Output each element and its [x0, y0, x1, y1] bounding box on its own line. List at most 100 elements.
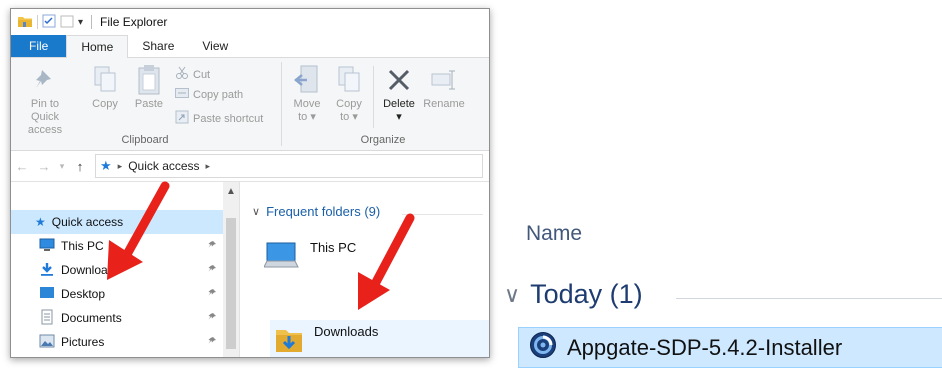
rename-label: Rename — [423, 98, 465, 110]
back-arrow-icon[interactable]: ← — [11, 159, 33, 174]
tab-share[interactable]: Share — [128, 35, 188, 57]
pin-label-line1: Pin to Quick — [30, 98, 60, 123]
copy-to-button[interactable]: Copy to ▾ — [329, 64, 369, 124]
nav-item-desktop[interactable]: Desktop — [11, 282, 223, 306]
delete-label: Delete — [383, 98, 415, 110]
tab-view[interactable]: View — [188, 35, 242, 57]
pin-icon[interactable] — [207, 335, 217, 349]
paste-shortcut-icon — [175, 110, 189, 127]
address-bar[interactable]: ★ ▸ Quick access ▸ — [95, 154, 483, 178]
move-to-label: Move — [293, 98, 321, 110]
main-pane: ∨ Frequent folders (9) This PC Downloads — [240, 182, 489, 357]
pin-icon[interactable] — [207, 311, 217, 325]
move-to-button[interactable]: Move to ▾ — [285, 64, 329, 124]
nav-item-downloads[interactable]: Downloads — [11, 258, 223, 282]
copy-to-icon — [329, 64, 369, 96]
nav-scrollbar[interactable]: ▲ — [223, 182, 240, 357]
section-divider — [402, 214, 483, 215]
document-icon — [39, 309, 55, 328]
explorer-content: ★ Quick access This PC Downloads Desktop… — [11, 182, 489, 357]
nav-item-quick-access[interactable]: ★ Quick access — [11, 210, 223, 234]
file-row-appgate-installer[interactable]: Appgate-SDP-5.4.2-Installer — [518, 327, 942, 368]
paste-shortcut-button[interactable]: Paste shortcut — [175, 110, 263, 127]
nav-item-pictures[interactable]: Pictures — [11, 330, 223, 354]
rename-icon — [421, 64, 467, 96]
copy-path-label: Copy path — [193, 88, 244, 101]
paste-button[interactable]: Paste — [127, 64, 171, 111]
recent-locations-chevron-icon[interactable]: ▾ — [55, 161, 69, 172]
new-folder-icon[interactable] — [60, 14, 74, 31]
breadcrumb-chevron-icon[interactable]: ▸ — [206, 161, 211, 172]
scrollbar-thumb[interactable] — [226, 218, 236, 349]
downloads-folder-icon — [274, 324, 304, 357]
desktop-icon — [39, 286, 55, 303]
ribbon-tabs: File Home Share View — [11, 35, 489, 58]
column-header-name[interactable]: Name — [526, 222, 582, 246]
scroll-up-icon[interactable]: ▲ — [226, 186, 236, 197]
copy-to-label: Copy — [336, 98, 362, 110]
nav-label-desktop: Desktop — [61, 287, 106, 301]
nav-label-quick-access: Quick access — [51, 215, 124, 229]
cut-button[interactable]: Cut — [175, 66, 210, 83]
up-arrow-icon[interactable]: ↑ — [69, 159, 91, 174]
copy-button[interactable]: Copy — [85, 64, 125, 111]
file-explorer-window: ▾ File Explorer File Home Share View Pin… — [10, 8, 490, 358]
toolbar-separator — [37, 15, 38, 29]
frequent-folders-header[interactable]: ∨ Frequent folders (9) — [252, 204, 380, 219]
tab-home[interactable]: Home — [66, 35, 129, 58]
nav-item-this-pc[interactable]: This PC — [11, 234, 223, 258]
paste-label: Paste — [134, 98, 164, 110]
breadcrumb-quick-access[interactable]: Quick access — [128, 159, 199, 173]
organize-inner-separator — [373, 66, 374, 128]
customize-toolbar-icon[interactable]: ▾ — [78, 17, 83, 28]
rename-button[interactable]: Rename — [421, 64, 467, 111]
nav-label-documents: Documents — [61, 311, 122, 325]
file-name-label: Appgate-SDP-5.4.2-Installer — [567, 334, 843, 360]
window-title: File Explorer — [100, 15, 168, 29]
delete-dropdown-icon[interactable]: ▾ — [377, 111, 421, 124]
properties-icon[interactable] — [42, 14, 56, 31]
ribbon: Pin to Quick access Copy Paste Cut Copy … — [11, 58, 489, 151]
pin-icon[interactable] — [207, 263, 217, 277]
pin-to-quick-access-button[interactable]: Pin to Quick access — [17, 64, 73, 137]
nav-item-documents[interactable]: Documents — [11, 306, 223, 330]
pin-icon — [17, 64, 73, 96]
navigation-pane: ★ Quick access This PC Downloads Desktop… — [11, 182, 223, 357]
forward-arrow-icon[interactable]: → — [33, 159, 55, 174]
group-header-today[interactable]: ∨ Today (1) — [504, 279, 643, 310]
scissors-icon — [175, 66, 189, 83]
chevron-down-icon: ∨ — [504, 281, 521, 307]
breadcrumb-separator-icon: ▸ — [117, 160, 123, 171]
copy-icon — [85, 64, 125, 96]
delete-button[interactable]: Delete ▾ — [377, 64, 421, 124]
download-arrow-icon — [39, 262, 55, 279]
paste-shortcut-label: Paste shortcut — [193, 112, 264, 125]
group-divider — [676, 298, 942, 299]
nav-label-downloads: Downloads — [61, 263, 121, 277]
clipboard-group-label: Clipboard — [121, 134, 169, 146]
nav-label-pictures: Pictures — [61, 335, 105, 349]
move-to-icon — [285, 64, 329, 96]
pin-icon[interactable] — [207, 239, 217, 253]
computer-icon — [263, 240, 300, 275]
tab-file[interactable]: File — [11, 35, 67, 57]
ribbon-group-separator — [281, 62, 282, 146]
quick-access-star-icon: ★ — [100, 158, 112, 173]
tile-this-pc[interactable]: This PC — [263, 240, 357, 275]
quick-access-toolbar: ▾ — [17, 14, 83, 31]
chevron-down-icon: ∨ — [252, 206, 261, 218]
pin-icon[interactable] — [207, 287, 217, 301]
frequent-folders-label: Frequent folders (9) — [266, 204, 381, 219]
organize-group-label: Organize — [360, 134, 406, 146]
delete-x-icon — [377, 64, 421, 96]
tile-label-this-pc: This PC — [310, 240, 357, 255]
copy-path-icon — [175, 88, 189, 101]
nav-label-this-pc: This PC — [61, 239, 104, 253]
copy-path-button[interactable]: Copy path — [175, 88, 243, 101]
title-separator — [91, 15, 93, 29]
folder-app-icon — [17, 14, 33, 31]
organize-group: Move to ▾ Copy to ▾ Delete ▾ Rename Orga… — [283, 58, 483, 150]
cut-label: Cut — [193, 68, 211, 81]
tile-downloads[interactable]: Downloads — [270, 320, 489, 357]
title-bar: ▾ File Explorer — [11, 9, 489, 35]
